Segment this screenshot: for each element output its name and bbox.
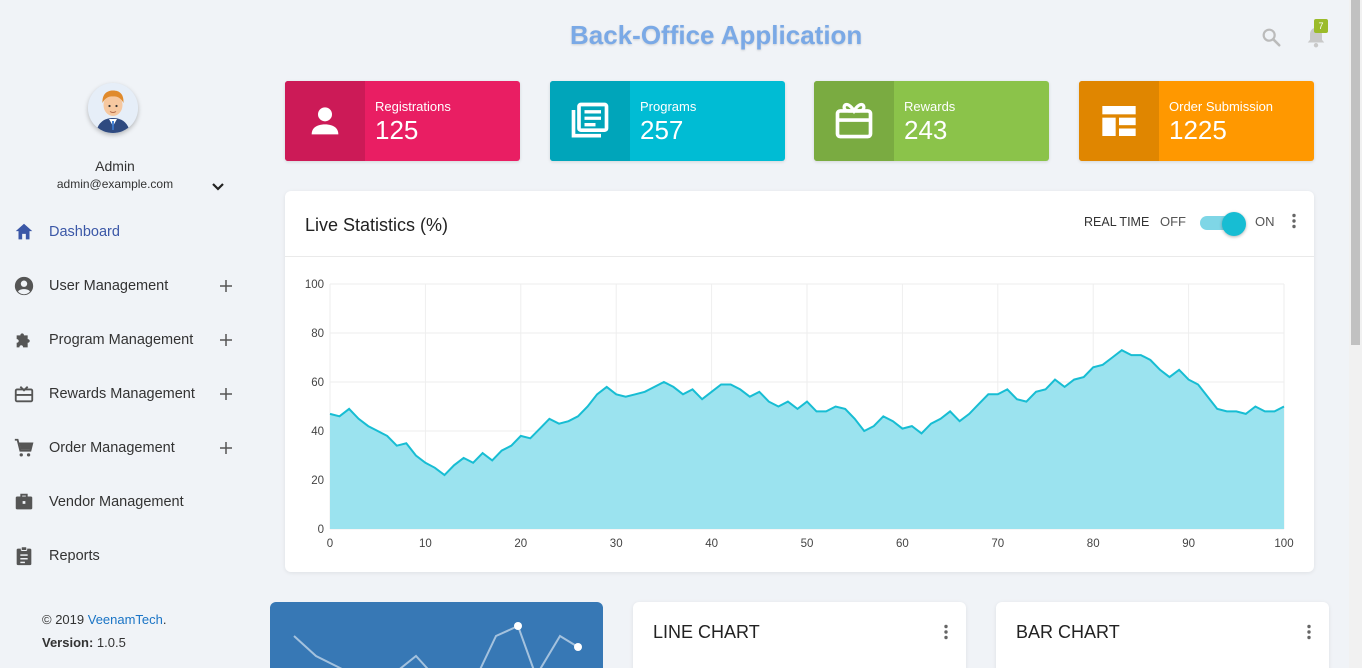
sidebar-item-order-management[interactable]: Order Management [12,428,236,468]
x-tick-label: 80 [1087,538,1100,550]
copyright-suffix: . [162,612,167,627]
stat-card-programs[interactable]: Programs 257 [550,81,785,161]
sidebar-item-vendor-management[interactable]: Vendor Management [12,482,236,522]
sidebar-item-label: Order Management [49,440,175,456]
toggle-off-label: OFF [1160,214,1186,229]
y-tick-label: 80 [311,328,324,340]
sidebar-item-label: Program Management [49,332,194,348]
chevron-down-icon[interactable] [211,181,225,193]
card-giftcard-icon [12,382,36,406]
sidebar-item-dashboard[interactable]: Dashboard [12,212,236,252]
avatar[interactable] [88,83,138,133]
avatar-image [88,83,138,133]
search-icon[interactable] [1260,26,1282,48]
y-tick-label: 20 [311,475,324,487]
stat-value: 125 [375,115,419,145]
y-tick-label: 0 [318,524,324,536]
sparkline-point [514,622,522,630]
version: Version: 1.0.5 [42,635,126,650]
clipboard-icon [12,544,36,568]
stat-value: 1225 [1169,115,1227,145]
stat-value: 257 [640,115,684,145]
x-tick-label: 50 [801,538,814,550]
sidebar-item-label: Vendor Management [49,494,184,510]
more-vert-icon[interactable] [1303,624,1315,640]
stat-label: Registrations [375,99,451,114]
user-name: Admin [95,158,135,174]
bar-chart-card: BAR CHART [996,602,1329,668]
sidebar-item-reports[interactable]: Reports [12,536,236,576]
panel-title: Live Statistics (%) [305,215,449,235]
sidebar-item-user-management[interactable]: User Management [12,266,236,306]
sparkline-card [270,602,603,668]
version-value: 1.0.5 [96,635,126,650]
line-chart-card: LINE CHART [633,602,966,668]
stat-card-rewards[interactable]: Rewards 243 [814,81,1049,161]
stat-value: 243 [904,115,948,145]
sidebar-item-label: Dashboard [49,224,120,240]
stat-label: Rewards [904,99,956,114]
plus-icon[interactable] [218,386,234,402]
gift-card-icon [814,81,894,161]
live-statistics-chart: 0 10 20 30 40 50 60 70 80 90 100 0 20 40 60 80 100 [305,279,1294,550]
toggle-knob[interactable] [1222,212,1246,236]
y-tick-label: 100 [305,279,324,291]
card-title: BAR CHART [1016,622,1120,642]
card-title: LINE CHART [653,622,760,642]
sidebar-item-label: Reports [49,548,100,564]
x-tick-label: 60 [896,538,909,550]
home-icon [12,220,36,244]
app-title: Back-Office Application [570,20,863,50]
dashboard-layout-icon [1079,81,1159,161]
x-tick-label: 30 [610,538,623,550]
account-circle-icon [12,274,36,298]
y-tick-label: 60 [311,377,324,389]
x-tick-label: 20 [514,538,527,550]
notification-badge: 7 [1314,19,1328,33]
y-tick-label: 40 [311,426,324,438]
stat-card-order-submission[interactable]: Order Submission 1225 [1079,81,1314,161]
x-tick-label: 70 [991,538,1004,550]
copyright-prefix: © 2019 [42,612,88,627]
company-link[interactable]: VeenamTech [88,612,163,627]
stat-card-registrations[interactable]: Registrations 125 [285,81,520,161]
stat-label: Order Submission [1169,99,1274,114]
more-vert-icon[interactable] [1288,213,1300,229]
stat-label: Programs [640,99,697,114]
briefcase-icon [12,490,36,514]
plus-icon[interactable] [218,332,234,348]
x-tick-label: 90 [1182,538,1195,550]
realtime-label: REAL TIME [1084,215,1150,229]
sidebar-item-program-management[interactable]: Program Management [12,320,236,360]
scrollbar-thumb[interactable] [1351,0,1360,345]
x-tick-label: 100 [1274,538,1293,550]
plus-icon[interactable] [218,278,234,294]
version-label: Version: [42,635,94,650]
x-tick-label: 10 [419,538,432,550]
person-icon [285,81,365,161]
plus-icon[interactable] [218,440,234,456]
puzzle-icon [12,328,36,352]
copyright: © 2019 VeenamTech. [42,612,167,627]
x-tick-label: 0 [327,538,333,550]
sidebar-item-rewards-management[interactable]: Rewards Management [12,374,236,414]
cart-icon [12,436,36,460]
more-vert-icon[interactable] [940,624,952,640]
user-email: admin@example.com [56,177,174,191]
toggle-on-label: ON [1255,214,1275,229]
sidebar-item-label: Rewards Management [49,386,195,402]
live-statistics-panel: Live Statistics (%) REAL TIME OFF ON 0 10… [285,191,1314,572]
sidebar-item-label: User Management [49,278,169,294]
x-tick-label: 40 [705,538,718,550]
newspaper-icon [550,81,630,161]
sparkline-chart [293,622,582,668]
sparkline-point [574,643,582,651]
